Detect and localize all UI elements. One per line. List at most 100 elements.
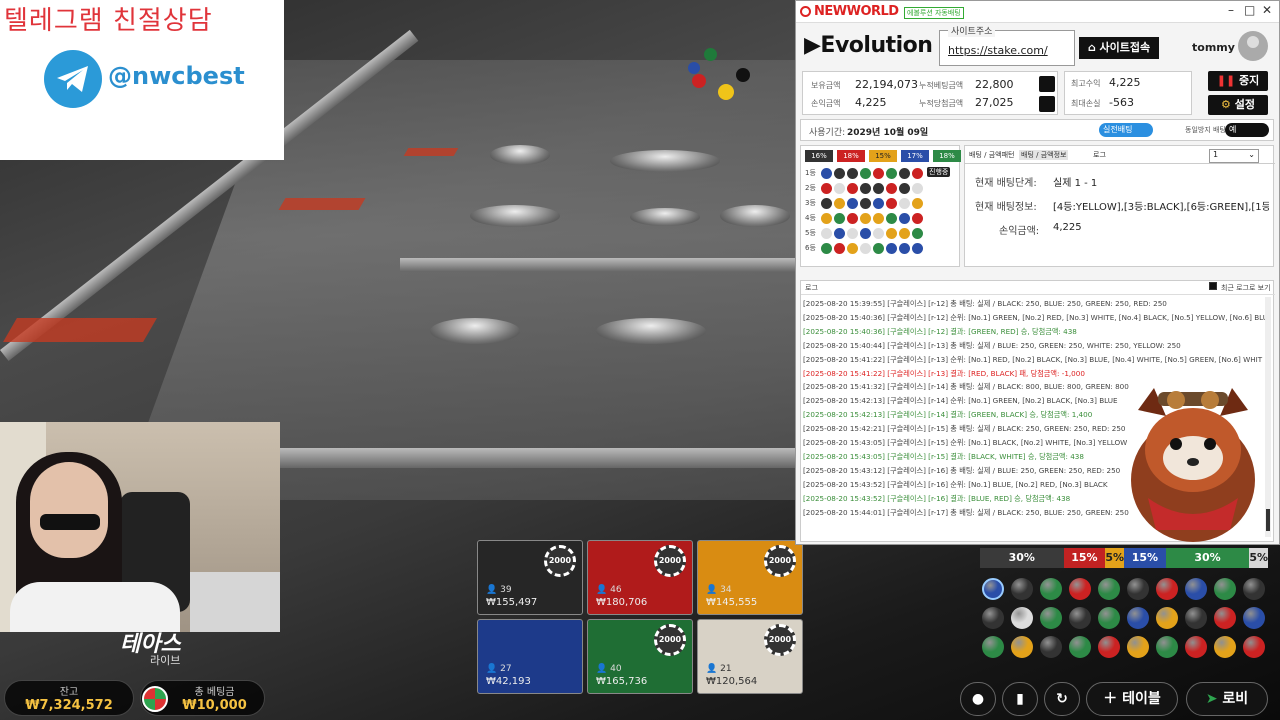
result-ball [1040,578,1062,600]
board-ball [847,183,858,194]
total-bet-label: 총 베팅금 [194,687,235,698]
log-line: [2025-08-20 15:41:22] [구슬레이스] [r-13] 순위:… [803,354,1263,364]
board-ball [886,243,897,254]
telegram-title: 텔레그램 친절상담 [4,6,213,36]
block-bet-toggle[interactable]: 예 [1225,123,1269,137]
tab-bet-pattern[interactable]: 배팅 / 금액패턴 [969,150,1014,160]
track-red-marker [3,318,157,342]
track-rail-front [280,448,800,468]
board-ball [912,213,923,224]
chip-select-button[interactable]: ● [960,682,996,716]
board-ball [821,243,832,254]
track-bump [596,318,706,344]
board-ball [834,228,845,239]
settings-label: 설정 [1234,98,1255,111]
minimize-button[interactable]: – [1228,3,1234,17]
site-url-field[interactable]: 사이트주소 https://stake.com/ [939,24,1075,66]
profit-label: 손익금액 [811,99,841,108]
stat-segment: 30% [1165,548,1250,568]
bet-spot[interactable]: 2000 👤 46 ₩180,706 [587,540,693,615]
color-stat-bar: 30% 15% 5% 15% 30% 5% [980,548,1268,568]
chart-icon[interactable] [1039,76,1055,92]
tab-bet-info[interactable]: 배팅 / 금액정보 [1019,150,1069,160]
plus-icon: ＋ [1103,691,1118,707]
bet-player-count: 👤 40 [596,664,622,674]
recent-log-checkbox[interactable] [1209,282,1217,290]
arrow-icon: ➤ [1205,691,1218,707]
stage-value: 실제 1 - 1 [1053,178,1098,189]
site-connect-button[interactable]: ⌂ 사이트접속 [1079,37,1159,59]
settings-button[interactable]: ⚙ 설정 [1208,95,1268,115]
usage-period-bar: 사용기간: 2029년 10월 09일 실전배팅 동일방지 배팅: 예 [800,119,1274,141]
bet-chip: 2000 [654,624,686,656]
window-titlebar: NEWWORLD 에볼루션 자동배팅 – □ ✕ [796,1,1279,23]
result-ball [1185,607,1207,629]
result-ball [982,636,1004,658]
board-ball [873,183,884,194]
maximize-button[interactable]: □ [1244,3,1255,17]
site-connect-label: 사이트접속 [1099,41,1151,54]
result-ball [1243,636,1265,658]
repeat-bet-button[interactable]: ↻ [1044,682,1080,716]
bet-player-count: 👤 39 [486,585,512,595]
stop-button[interactable]: ❚❚ 중지 [1208,71,1268,91]
user-icon: 👤 [486,585,498,595]
round-select[interactable]: 1 ⌄ [1209,149,1259,163]
close-button[interactable]: ✕ [1262,3,1272,17]
board-ball [860,198,871,209]
board-ball [873,228,884,239]
provider-name: Evolution [820,33,933,58]
cum-win-value: 27,025 [975,96,1014,109]
bet-count-value: 46 [610,585,622,595]
bet-spot[interactable]: 2000 👤 39 ₩155,497 [477,540,583,615]
tab-log[interactable]: 로그 [1093,150,1106,160]
webcam-background-shelf [190,572,280,632]
board-ball [860,213,871,224]
board-ball [886,198,897,209]
max-loss-label: 최대손실 [1071,99,1101,108]
bet-spot[interactable]: 2000 👤 40 ₩165,736 [587,619,693,694]
rank-label: 1등 [805,169,816,177]
statistics-button[interactable]: ▮ [1002,682,1038,716]
bet-amount: ₩145,555 [706,597,758,608]
hold-value: 22,194,073 [855,78,918,91]
live-betting-toggle[interactable]: 실전배팅 [1099,123,1153,137]
track-rail-middle [400,258,800,272]
period-label: 사용기간: [809,128,846,138]
track-bump [470,205,560,227]
result-ball [1069,607,1091,629]
lobby-button[interactable]: ➤ 로비 [1186,682,1268,716]
board-ball [899,243,910,254]
username: tommy [1192,41,1235,54]
log-line: [2025-08-20 15:41:22] [구슬레이스] [r-13] 결과:… [803,368,1085,378]
bet-amount: ₩155,497 [486,597,538,608]
timer-icon[interactable] [1039,96,1055,112]
rank-label: 3등 [805,199,816,207]
table-button[interactable]: ＋ 테이블 [1086,682,1178,716]
bet-spot[interactable]: 👤 27 ₩42,193 [477,619,583,694]
result-ball [1185,636,1207,658]
bet-spot[interactable]: 2000 👤 21 ₩120,564 [697,619,803,694]
result-ball [1011,636,1033,658]
bet-spot[interactable]: 2000 👤 34 ₩145,555 [697,540,803,615]
board-ball [912,243,923,254]
race-ball [704,48,717,61]
live-badge: 진행중 [927,167,951,177]
board-ball [886,183,897,194]
bet-player-count: 👤 27 [486,664,512,674]
provider-logo: ▶Evolution [804,33,933,58]
result-ball [1156,607,1178,629]
result-ball [1127,636,1149,658]
user-icon: 👤 [706,585,718,595]
result-ball [1156,636,1178,658]
board-ball [834,183,845,194]
info-profit-value: 4,225 [1053,222,1082,233]
board-ball [899,168,910,179]
result-ball [1098,578,1120,600]
track-red-marker [403,148,459,156]
user-avatar-icon [1238,31,1268,61]
bet-info-label: 현재 배팅정보: [975,202,1037,213]
telegram-icon [44,50,102,108]
bet-count-value: 34 [720,585,732,595]
balance-value: ₩7,324,572 [25,698,113,713]
